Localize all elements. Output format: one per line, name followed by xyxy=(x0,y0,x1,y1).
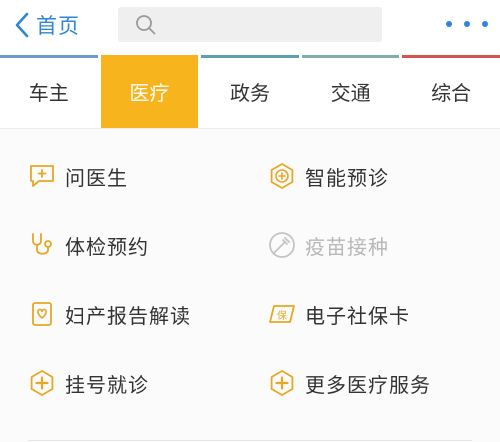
service-more-medical[interactable]: 更多医疗服务 xyxy=(268,363,431,403)
social-security-card-icon: 保 xyxy=(269,305,295,323)
tab-label: 综合 xyxy=(431,81,472,105)
registration-icon xyxy=(30,370,54,396)
stethoscope-icon xyxy=(32,233,52,255)
service-label: 挂号就诊 xyxy=(65,372,149,397)
category-tabs: 车主 医疗 政务 交通 综合 xyxy=(0,55,500,128)
service-maternity-report[interactable]: 妇产报告解读 xyxy=(28,294,191,334)
service-checkup-booking[interactable]: 体检预约 xyxy=(28,225,149,265)
search-icon xyxy=(136,15,156,35)
tab-label: 医疗 xyxy=(129,81,170,105)
tab-jiaotong[interactable]: 交通 xyxy=(301,55,400,128)
service-grid: 问医生 智能预诊 体检预约 疫苗接种 妇产报告解读 保 电子社保卡 挂号就诊 更… xyxy=(0,129,500,442)
more-dots-icon xyxy=(446,21,452,27)
service-label: 更多医疗服务 xyxy=(305,372,431,397)
service-social-security-card[interactable]: 保 电子社保卡 xyxy=(268,294,410,334)
more-button[interactable] xyxy=(446,14,488,34)
tab-label: 政务 xyxy=(229,81,270,105)
search-box[interactable] xyxy=(118,7,382,42)
service-label: 问医生 xyxy=(65,165,128,190)
service-smart-diagnosis[interactable]: 智能预诊 xyxy=(268,156,389,196)
back-button[interactable]: 首页 xyxy=(14,8,80,42)
tab-zhengwu[interactable]: 政务 xyxy=(201,55,299,128)
service-label: 体检预约 xyxy=(65,234,149,259)
service-vaccination[interactable]: 疫苗接种 xyxy=(268,225,389,265)
service-registration[interactable]: 挂号就诊 xyxy=(28,363,149,403)
tab-label: 交通 xyxy=(330,81,371,105)
maternity-report-icon xyxy=(32,302,52,326)
service-label: 疫苗接种 xyxy=(305,234,389,259)
tab-label: 车主 xyxy=(28,81,69,105)
service-label: 妇产报告解读 xyxy=(65,303,191,328)
service-ask-doctor[interactable]: 问医生 xyxy=(28,156,128,196)
service-label: 电子社保卡 xyxy=(305,303,410,328)
chat-doctor-icon xyxy=(30,165,54,187)
tab-zonghe[interactable]: 综合 xyxy=(402,55,500,128)
tab-chezhu[interactable]: 车主 xyxy=(0,55,98,128)
tab-yiliao[interactable]: 医疗 xyxy=(100,55,199,128)
chevron-left-icon xyxy=(15,12,29,38)
top-bar: 首页 xyxy=(0,0,500,52)
back-label: 首页 xyxy=(36,14,80,38)
vaccine-icon xyxy=(269,232,295,258)
divider xyxy=(28,440,472,441)
service-label: 智能预诊 xyxy=(305,165,389,190)
more-services-icon xyxy=(270,370,294,396)
svg-text:保: 保 xyxy=(277,309,287,322)
smart-diagnosis-icon xyxy=(270,163,294,189)
search-input[interactable] xyxy=(166,7,372,42)
